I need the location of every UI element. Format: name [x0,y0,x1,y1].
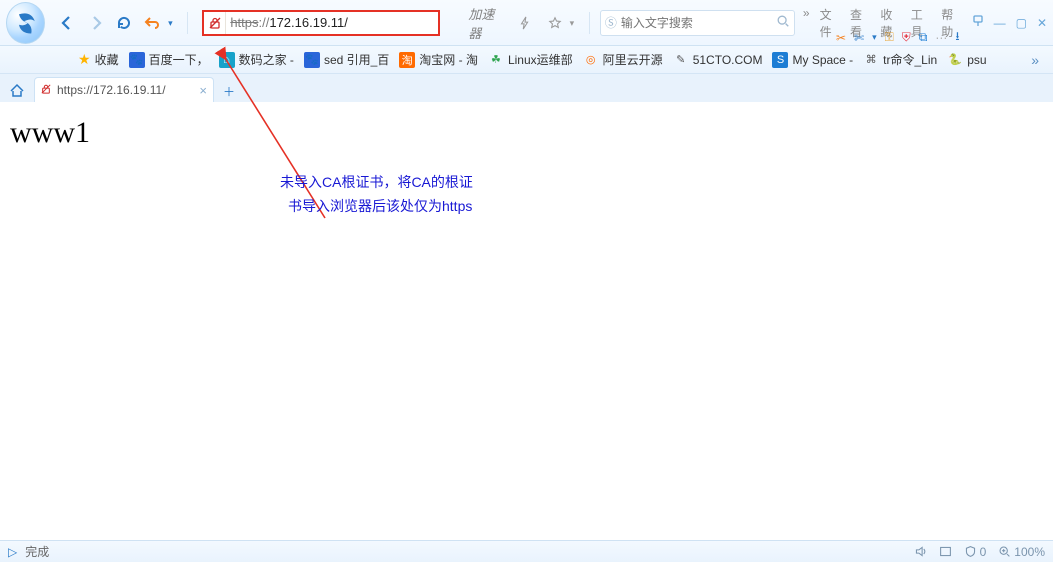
back-button[interactable] [55,10,79,36]
scissors-icon[interactable]: ✄ [854,31,864,45]
browser-logo[interactable] [6,2,45,44]
bookmark-item[interactable]: ⌂数码之家 - [219,51,294,68]
minimize-icon[interactable]: — [994,16,1006,30]
zoom-status[interactable]: 100% [998,545,1045,559]
tab-lock-icon [41,84,51,97]
play-icon[interactable]: ▷ [8,545,17,559]
star-dropdown-icon[interactable]: ▾ [570,16,579,29]
search-ext-icon[interactable]: ⧉ [919,30,928,45]
screenshot-icon[interactable]: ✂ [836,31,846,45]
search-input[interactable] [621,16,776,30]
url-scheme: https [230,15,258,30]
menu-dots-icon[interactable]: ⋯ [935,31,947,45]
annotation-line1: 未导入CA根证书，将CA的根证 [280,172,473,192]
tab-title: https://172.16.19.11/ [57,83,193,97]
bookmark-item[interactable]: SMy Space - [772,52,853,68]
url-sep: :// [259,15,270,30]
url-host: 172.16.19.11/ [269,15,348,30]
bookmarks-overflow[interactable]: » [1025,52,1045,68]
star-icon[interactable] [545,12,565,34]
menu-arrow: » [803,6,810,40]
pin-icon[interactable] [972,15,984,30]
favorites-button[interactable]: ★ 收藏 [78,51,119,68]
sound-icon[interactable] [914,545,927,558]
url-text[interactable]: https://172.16.19.11/ [226,15,438,30]
shield-status[interactable]: 0 [964,545,987,559]
bookmark-item[interactable]: ✎51CTO.COM [673,52,763,68]
annotation-line2: 书导入浏览器后该处仅为https [288,196,472,216]
bookmark-item[interactable]: ⌘tr命令_Lin [863,51,937,68]
bookmark-item[interactable]: ◎阿里云开源 [583,51,663,68]
bookmark-item[interactable]: 🐾百度一下， [129,51,209,68]
undo-dropdown-icon[interactable]: ▾ [168,16,177,29]
key-icon[interactable]: ⚿ [885,30,894,45]
status-bar: ▷ 完成 0 100% [0,540,1053,562]
forward-button[interactable] [83,10,107,36]
extension-icons: ✂ ✄ ▾ ⚿ ⛨ ⧉ ⋯ ⭳ [836,27,960,48]
bookmark-item[interactable]: ☘Linux运维部 [488,51,573,68]
tab-active[interactable]: https://172.16.19.11/ × [34,77,214,102]
reload-button[interactable] [112,10,136,36]
accelerator-button[interactable]: 加速器 [468,4,504,42]
maximize-icon[interactable]: ▢ [1016,16,1027,30]
tab-close-icon[interactable]: × [199,83,207,98]
bookmark-item[interactable]: 淘淘宝网 - 淘 [399,51,478,68]
home-button[interactable] [6,80,28,102]
new-tab-button[interactable]: ＋ [218,80,240,102]
address-bar[interactable]: https://172.16.19.11/ [202,10,440,36]
lightning-icon[interactable] [515,12,535,34]
undo-button[interactable] [140,10,164,36]
tools-icon[interactable]: ⛨ [902,30,911,45]
download-icon[interactable]: ⭳ [955,27,959,48]
security-lock-icon[interactable] [204,12,226,34]
favorites-label: 收藏 [95,51,119,68]
page-heading: www1 [0,102,1053,150]
bookmark-item[interactable]: 🐾sed 引用_百 [304,51,389,68]
divider [187,12,188,34]
window-controls: — ▢ ✕ [972,15,1047,30]
bookmarks-bar: ★ 收藏 🐾百度一下， ⌂数码之家 - 🐾sed 引用_百 淘淘宝网 - 淘 ☘… [0,46,1053,74]
scissors-dropdown-icon[interactable]: ▾ [872,32,877,43]
star-filled-icon: ★ [78,51,91,68]
close-icon[interactable]: ✕ [1037,16,1047,30]
divider [589,12,590,34]
fullscreen-icon[interactable] [939,545,952,558]
tab-bar: https://172.16.19.11/ × ＋ [0,74,1053,102]
search-button[interactable] [776,14,790,31]
status-text: 完成 [25,543,49,560]
page-content: www1 未导入CA根证书，将CA的根证 书导入浏览器后该处仅为https [0,102,1053,540]
search-box[interactable]: Ⓢ [600,10,795,36]
bookmark-item[interactable]: 🐍psu [947,52,986,68]
search-engine-icon[interactable]: Ⓢ [605,14,617,31]
